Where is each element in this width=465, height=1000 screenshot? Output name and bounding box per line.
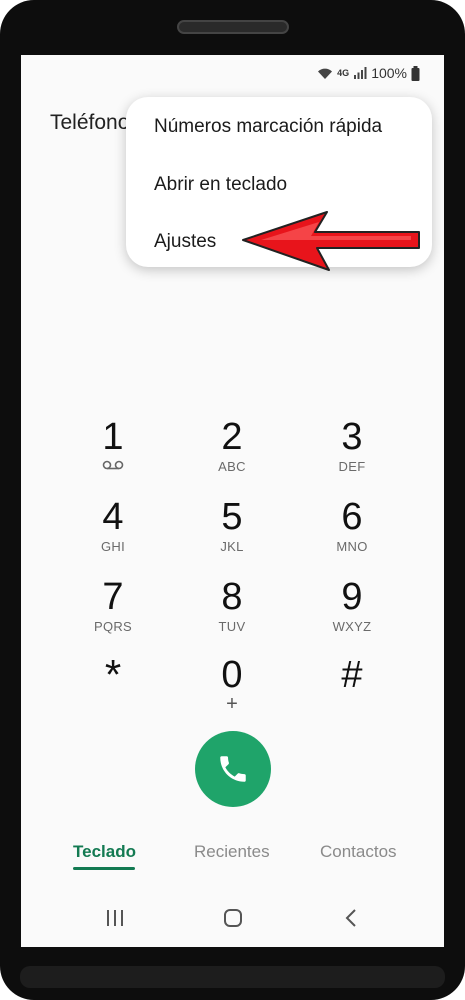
phone-bottom-bezel: [20, 966, 445, 988]
menu-item-speed-dial[interactable]: Números marcación rápida: [154, 116, 382, 138]
battery-icon: [411, 65, 420, 81]
key-4[interactable]: 4 GHI: [68, 497, 158, 569]
key-star[interactable]: *: [68, 651, 158, 727]
key-letters: PQRS: [93, 619, 133, 634]
tab-recents[interactable]: Recientes: [194, 842, 270, 862]
recents-icon: [107, 910, 123, 926]
key-digit: 9: [341, 576, 363, 618]
key-2[interactable]: 2 ABC: [187, 417, 277, 489]
phone-icon: [220, 756, 246, 782]
key-digit: 1: [102, 416, 124, 458]
tab-keypad[interactable]: Teclado: [73, 842, 136, 862]
recents-nav-button[interactable]: [100, 906, 130, 930]
key-digit: 2: [221, 416, 243, 458]
app-title: Teléfono: [50, 111, 130, 134]
back-nav-button[interactable]: [336, 906, 366, 930]
key-digit: 3: [341, 416, 363, 458]
signal-icon: [354, 67, 367, 79]
key-7[interactable]: 7 PQRS: [68, 577, 158, 649]
key-9[interactable]: 9 WXYZ: [307, 577, 397, 649]
key-digit: 8: [221, 576, 243, 618]
key-digit: #: [341, 654, 363, 696]
key-digit: 7: [102, 576, 124, 618]
key-digit: 6: [341, 496, 363, 538]
key-letters: TUV: [218, 619, 246, 634]
key-digit: 4: [102, 496, 124, 538]
key-3[interactable]: 3 DEF: [307, 417, 397, 489]
key-digit: *: [104, 651, 122, 698]
tab-contacts[interactable]: Contactos: [320, 842, 397, 862]
key-letters: JKL: [220, 539, 244, 554]
key-1[interactable]: 1: [68, 417, 158, 489]
home-nav-button[interactable]: [218, 906, 248, 930]
menu-item-open-keypad[interactable]: Abrir en teclado: [154, 174, 287, 196]
call-button[interactable]: [195, 731, 271, 807]
screen: 4G 100% Teléfono Números marcación rápid…: [21, 55, 444, 947]
key-hash[interactable]: #: [307, 655, 397, 727]
key-plus: +: [226, 693, 238, 715]
key-letters: GHI: [100, 539, 125, 554]
key-0[interactable]: 0 +: [187, 655, 277, 727]
wifi-icon: [318, 68, 333, 79]
network-type: 4G: [337, 67, 350, 78]
key-5[interactable]: 5 JKL: [187, 497, 277, 569]
key-8[interactable]: 8 TUV: [187, 577, 277, 649]
menu-item-settings[interactable]: Ajustes: [154, 231, 216, 253]
key-6[interactable]: 6 MNO: [307, 497, 397, 569]
home-icon: [224, 909, 242, 927]
battery-percent: 100%: [371, 65, 407, 81]
key-letters: WXYZ: [332, 619, 372, 634]
phone-frame: 4G 100% Teléfono Números marcación rápid…: [0, 0, 465, 1000]
key-letters: MNO: [336, 539, 368, 554]
key-digit: 0: [221, 654, 243, 696]
back-icon: [345, 909, 356, 927]
red-arrow-annotation: [242, 211, 420, 271]
key-letters: DEF: [338, 459, 366, 474]
earpiece-speaker: [177, 20, 289, 34]
status-bar: 4G 100%: [317, 64, 420, 82]
active-tab-indicator: [73, 867, 135, 870]
key-letters: ABC: [218, 459, 246, 474]
voicemail-icon: [102, 460, 124, 470]
key-digit: 5: [221, 496, 243, 538]
